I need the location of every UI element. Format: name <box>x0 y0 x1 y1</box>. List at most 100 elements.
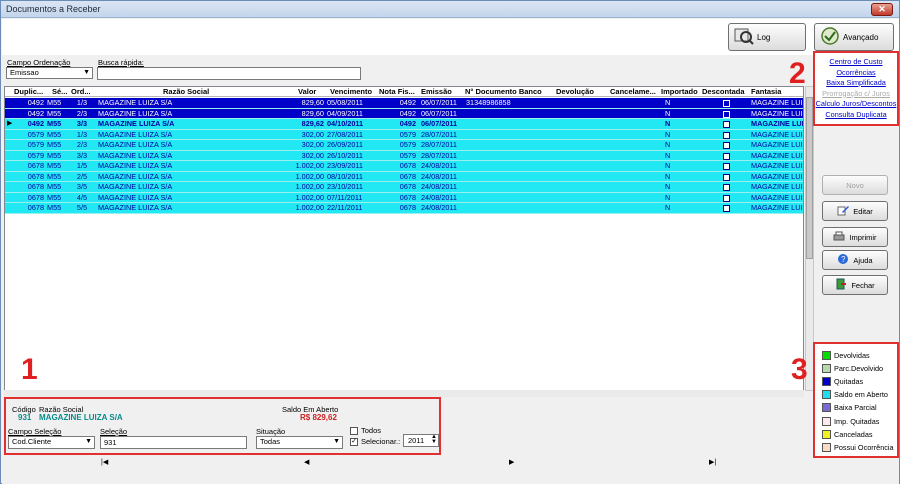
nav-next-button[interactable]: ▶ <box>509 458 514 466</box>
scrollbar-thumb[interactable] <box>806 97 813 259</box>
cell-ser: M55 <box>47 108 62 118</box>
descontada-checkbox[interactable] <box>723 205 730 212</box>
legend-swatch <box>822 363 831 373</box>
todos-checkbox[interactable] <box>350 427 358 435</box>
cell-valor: 302,00 <box>301 129 324 139</box>
title-bar: Documentos a Receber ✕ <box>1 1 899 18</box>
todos-label: Todos <box>361 426 382 435</box>
table-row[interactable]: 0579 M55 1/3 MAGAZINE LUIZA S/A 302,00 27/08/… <box>5 129 803 140</box>
cell-valor: 302,00 <box>301 150 324 160</box>
ajuda-button[interactable]: ? Ajuda <box>822 250 888 270</box>
selecao-input[interactable]: 931 <box>100 436 247 449</box>
link-centro-custo[interactable]: Centro de Custo <box>815 57 897 68</box>
table-row[interactable]: 0678 M55 5/5 MAGAZINE LUIZA S/A 1.002,00 22/1… <box>5 203 803 214</box>
editar-button[interactable]: Editar <box>822 201 888 221</box>
grid-horizontal-scrollbar[interactable] <box>4 390 804 397</box>
imprimir-button[interactable]: Imprimir <box>822 227 888 247</box>
cell-emissao: 24/08/2011 <box>421 203 457 212</box>
col-duplic[interactable]: Duplic... <box>14 87 46 97</box>
col-vencimento[interactable]: Vencimento <box>330 87 378 97</box>
campo-selecao-value: Cod.Cliente <box>12 437 52 446</box>
year-spinner[interactable]: 2011 ▲ ▼ <box>403 434 439 447</box>
link-consulta-duplicata[interactable]: Consulta Duplicata <box>815 110 897 121</box>
link-ocorrencias[interactable]: Ocorrências <box>815 68 897 79</box>
cell-venc: 04/09/2011 <box>327 108 363 118</box>
col-doc-banco[interactable]: N° Documento Banco <box>465 87 553 97</box>
cell-nota: 0492 <box>399 98 416 107</box>
col-descontada[interactable]: Descontada <box>702 87 750 97</box>
campo-selecao-select[interactable]: Cod.Cliente ▼ <box>8 436 95 449</box>
table-row[interactable]: 0579 M55 2/3 MAGAZINE LUIZA S/A 302,00 26/09/… <box>5 140 803 151</box>
descontada-checkbox[interactable] <box>723 100 730 107</box>
legend-swatch <box>822 403 831 413</box>
svg-text:?: ? <box>841 255 846 264</box>
link-prorrogacao-juros[interactable]: Prorrogação c/ Juros <box>815 89 897 100</box>
selecionar-checkbox[interactable]: ✓ <box>350 438 358 446</box>
table-row[interactable]: 0678 M55 4/5 MAGAZINE LUIZA S/A 1.002,00 07/1… <box>5 192 803 203</box>
descontada-checkbox[interactable] <box>723 152 730 160</box>
table-row[interactable]: 0678 M55 1/5 MAGAZINE LUIZA S/A 1.002,00 23/0… <box>5 161 803 172</box>
descontada-checkbox[interactable] <box>723 194 730 202</box>
callout-number-2: 2 <box>789 57 806 90</box>
novo-button[interactable]: Novo <box>822 175 888 195</box>
cell-ord: 1/5 <box>76 161 88 170</box>
nav-prev-button[interactable]: ◀ <box>304 458 309 466</box>
chevron-down-icon: ▼ <box>333 438 340 445</box>
campo-ordenacao-select[interactable]: Emissao ▼ <box>6 67 93 79</box>
cell-valor: 829,60 <box>301 108 324 118</box>
campo-ordenacao-label: Campo Ordenação <box>7 58 71 67</box>
log-icon <box>734 26 754 48</box>
busca-rapida-input[interactable] <box>97 67 361 80</box>
fechar-label: Fechar <box>851 280 875 290</box>
nav-last-button[interactable]: ▶| <box>709 458 716 466</box>
col-serie[interactable]: Sé... <box>52 87 70 97</box>
campo-ordenacao-value: Emissao <box>10 68 39 77</box>
table-row[interactable]: 0579 M55 3/3 MAGAZINE LUIZA S/A 302,00 26/10/… <box>5 150 803 161</box>
legend-swatch <box>822 376 831 386</box>
descontada-checkbox[interactable] <box>723 110 730 118</box>
table-row[interactable]: 0492 M55 3/3 MAGAZINE LUIZA S/A 829,62 04/10/… <box>5 119 803 130</box>
edit-pencil-icon <box>837 204 850 218</box>
link-baixa-simplificada[interactable]: Baixa Simplificada <box>815 78 897 89</box>
callout-number-1: 1 <box>21 353 38 386</box>
table-row[interactable]: 0678 M55 3/5 MAGAZINE LUIZA S/A 1.002,00 23/1… <box>5 182 803 193</box>
table-row[interactable]: 0678 M55 2/5 MAGAZINE LUIZA S/A 1.002,00 08/1… <box>5 171 803 182</box>
col-devolucao[interactable]: Devolução <box>556 87 606 97</box>
col-valor[interactable]: Valor <box>298 87 323 97</box>
table-row[interactable]: 0492 M55 2/3 MAGAZINE LUIZA S/A 829,60 04/09/… <box>5 108 803 119</box>
exit-door-icon <box>835 278 847 292</box>
descontada-checkbox[interactable] <box>723 121 730 128</box>
descontada-checkbox[interactable] <box>723 163 730 170</box>
legend-label: Devolvidas <box>834 350 870 360</box>
col-emissao[interactable]: Emissão <box>421 87 457 97</box>
cell-ser: M55 <box>47 98 62 107</box>
spinner-arrows-icon[interactable]: ▲ ▼ <box>431 434 437 445</box>
cell-imp: N <box>665 161 671 170</box>
link-calculo-juros[interactable]: Calculo Juros/Descontos <box>815 99 897 110</box>
nav-first-button[interactable]: |◀ <box>101 458 108 466</box>
cell-valor: 302,00 <box>301 140 324 149</box>
col-razao-social[interactable]: Razão Social <box>163 87 223 97</box>
fechar-button[interactable]: Fechar <box>822 275 888 295</box>
col-nota-fiscal[interactable]: Nota Fis... <box>379 87 421 97</box>
cell-emissao: 06/07/2011 <box>421 98 457 107</box>
documents-grid[interactable]: Duplic... Sé... Ord... Razão Social Valo… <box>4 86 804 391</box>
advanced-icon <box>820 26 840 48</box>
saldo-aberto-value: R$ 829,62 <box>300 413 337 422</box>
situacao-select[interactable]: Todas ▼ <box>256 436 343 449</box>
close-button[interactable]: ✕ <box>871 3 893 16</box>
col-importado[interactable]: Importado <box>661 87 706 97</box>
descontada-checkbox[interactable] <box>723 184 730 191</box>
descontada-checkbox[interactable] <box>723 173 730 181</box>
table-row[interactable]: 0492 M55 1/3 MAGAZINE LUIZA S/A 829,60 05/08/… <box>5 98 803 109</box>
log-button[interactable]: Log <box>728 23 806 51</box>
descontada-checkbox[interactable] <box>723 142 730 149</box>
col-ordem[interactable]: Ord... <box>71 87 95 97</box>
cell-valor: 1.002,00 <box>295 203 324 212</box>
cell-nota: 0492 <box>399 108 416 118</box>
cell-emissao: 28/07/2011 <box>421 150 457 160</box>
advanced-button[interactable]: Avançado <box>814 23 894 51</box>
descontada-checkbox[interactable] <box>723 131 730 139</box>
legend-item: Imp. Quitadas <box>822 416 879 426</box>
col-cancelamento[interactable]: Cancelame... <box>610 87 660 97</box>
